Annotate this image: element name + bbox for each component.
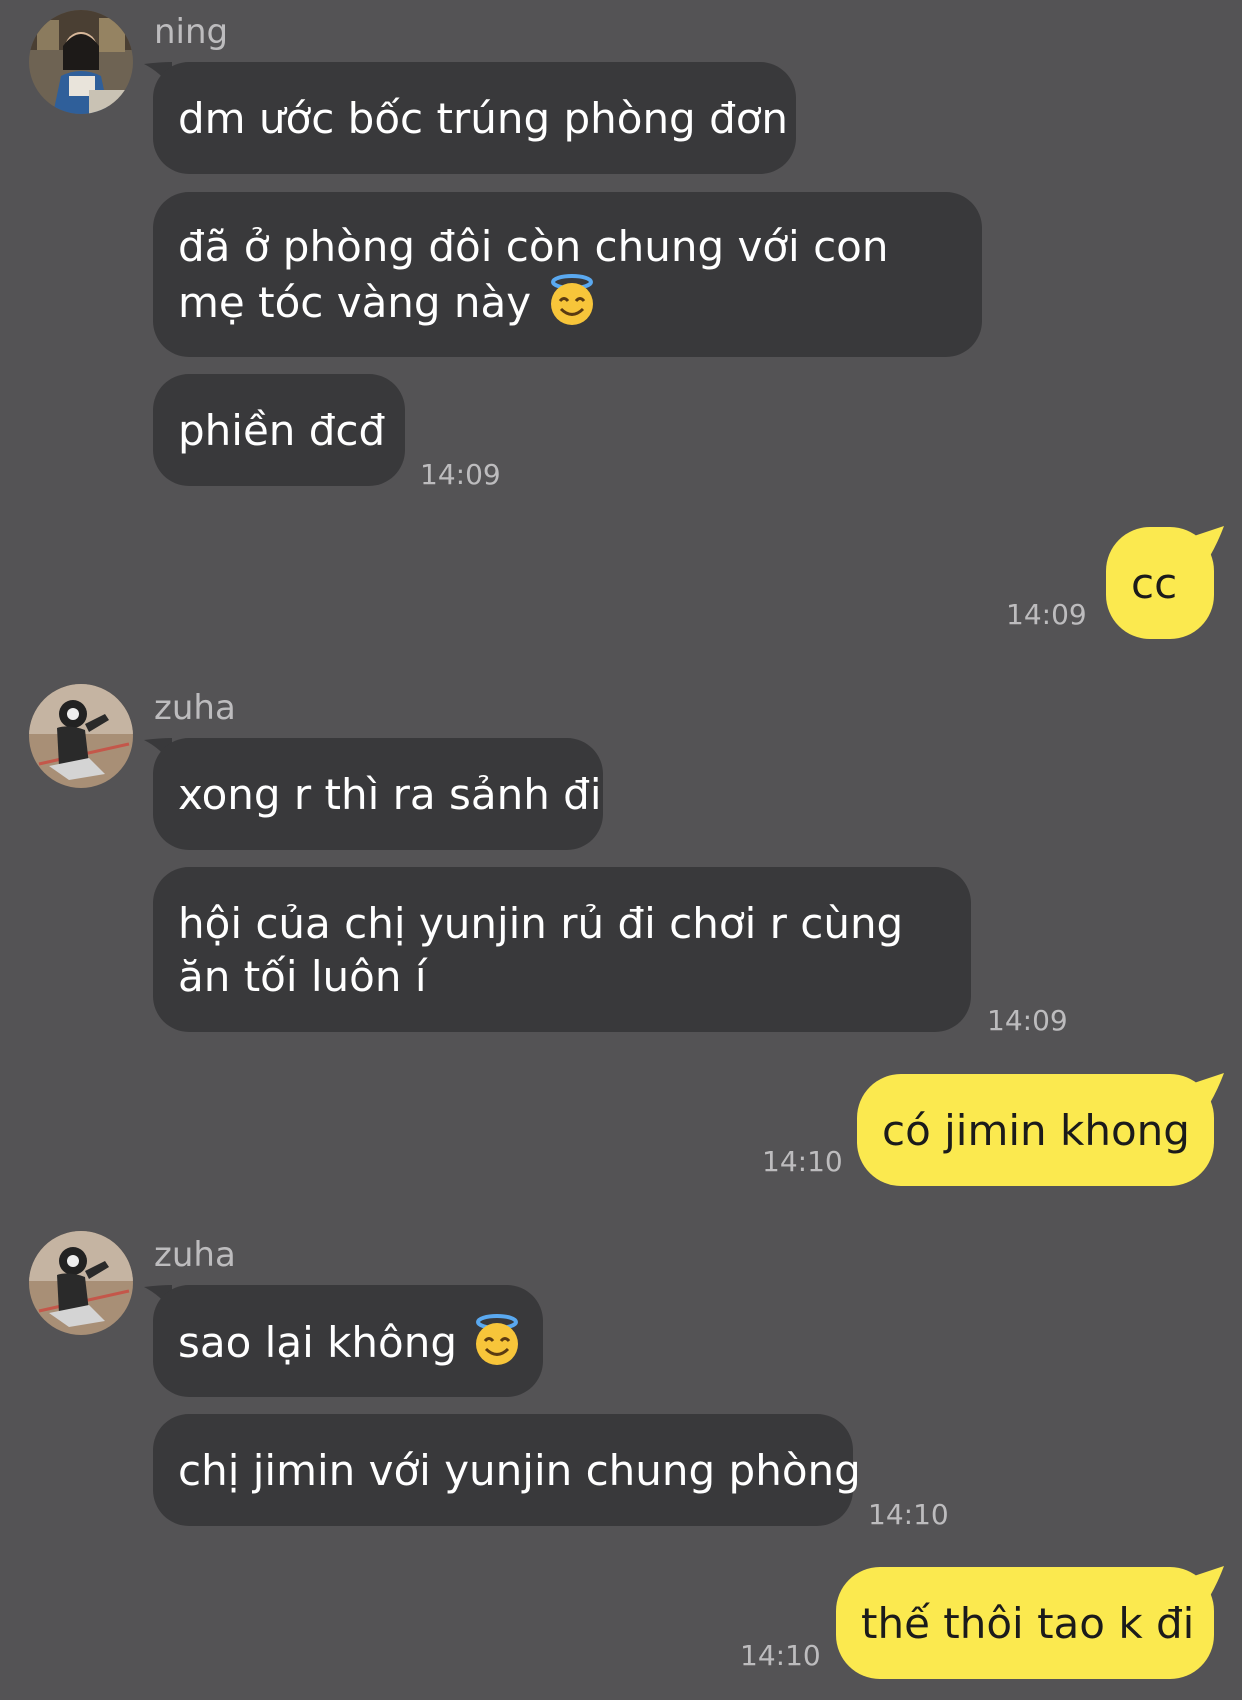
message-bubble[interactable]: dm ước bốc trúng phòng đơn [153, 62, 796, 174]
message-text: cc [1131, 558, 1178, 608]
smiling-face-with-halo-icon [550, 274, 593, 325]
sender-name: zuha [154, 688, 236, 728]
avatar-ning[interactable] [29, 10, 133, 114]
bubble-tail [1194, 1073, 1224, 1103]
message-text: có jimin khong [882, 1105, 1190, 1155]
message-text: dm ước bốc trúng phòng đơn [178, 93, 789, 143]
message-text: xong r thì ra sảnh đi [178, 769, 602, 819]
message-bubble[interactable]: đã ở phòng đôi còn chung với con mẹ tóc … [153, 192, 982, 357]
smiling-face-with-halo-icon [476, 1314, 519, 1365]
message-text: phiền đcđ [178, 405, 386, 455]
message-text: thế thôi tao k đi [861, 1598, 1195, 1648]
message-bubble[interactable]: xong r thì ra sảnh đi [153, 738, 603, 850]
message-bubble-outgoing[interactable]: có jimin khong [857, 1074, 1214, 1186]
message-text: chị jimin với yunjin chung phòng [178, 1445, 861, 1495]
message-timestamp: 14:10 [762, 1145, 843, 1178]
avatar-zuha[interactable] [29, 1231, 133, 1335]
message-text: đã ở phòng đôi còn chung với con mẹ tóc … [178, 222, 889, 327]
message-text: sao lại không [178, 1318, 458, 1367]
bubble-tail [1194, 1566, 1224, 1596]
message-bubble[interactable]: hội của chị yunjin rủ đi chơi r cùng ăn … [153, 867, 971, 1032]
sender-name: ning [154, 12, 229, 52]
sender-name: zuha [154, 1235, 236, 1275]
message-bubble[interactable]: phiền đcđ [153, 374, 405, 486]
message-timestamp: 14:10 [740, 1639, 821, 1672]
message-timestamp: 14:09 [1006, 598, 1087, 631]
bubble-tail [1194, 526, 1224, 556]
message-bubble[interactable]: chị jimin với yunjin chung phòng [153, 1414, 861, 1526]
avatar-zuha[interactable] [29, 684, 133, 788]
message-timestamp: 14:09 [420, 458, 501, 491]
message-bubble[interactable]: sao lại không [153, 1285, 543, 1397]
message-bubble-outgoing[interactable]: thế thôi tao k đi [836, 1567, 1214, 1679]
message-timestamp: 14:09 [987, 1004, 1068, 1037]
message-text: hội của chị yunjin rủ đi chơi r cùng ăn … [178, 898, 904, 1001]
message-timestamp: 14:10 [868, 1498, 949, 1531]
